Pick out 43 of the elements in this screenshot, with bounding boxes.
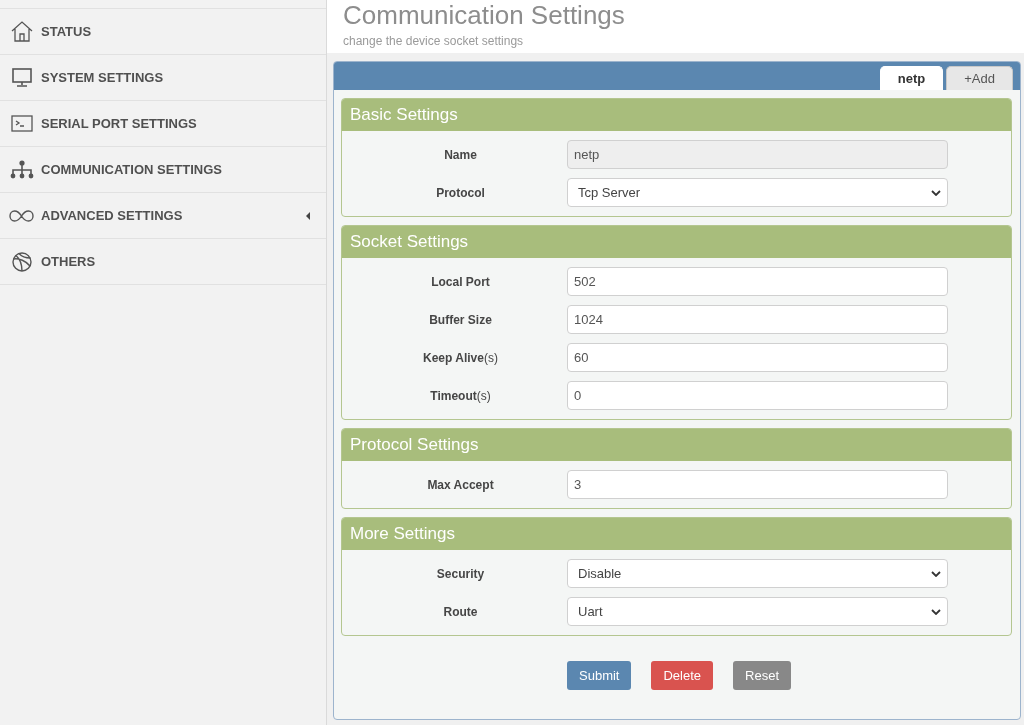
field-label: Timeout(s)	[429, 388, 492, 403]
sidebar-item[interactable]: COMMUNICATION SETTINGS	[0, 147, 326, 193]
field-label: Route	[442, 604, 479, 619]
sidebar-item[interactable]: SERIAL PORT SETTINGS	[0, 101, 326, 147]
sidebar-item[interactable]: STATUS	[0, 9, 326, 55]
section-header: Basic Settings	[342, 99, 1011, 131]
text-field[interactable]: 0	[567, 381, 948, 410]
infinity-icon	[9, 209, 34, 222]
danger-button[interactable]: Delete	[651, 661, 714, 690]
monitor-icon	[11, 68, 32, 87]
section-header: Protocol Settings	[342, 429, 1011, 461]
dropdown-field[interactable]: Uart	[567, 597, 948, 626]
field-label: Local Port	[430, 274, 491, 289]
tab[interactable]: +Add	[946, 66, 1013, 90]
chevron-down-icon	[931, 570, 941, 577]
dropdown-field[interactable]: Tcp Server	[567, 178, 948, 207]
hierarchy-icon	[9, 160, 34, 179]
dropdown-field[interactable]: Disable	[567, 559, 948, 588]
field-label: Max Accept	[426, 477, 495, 492]
section-header: More Settings	[342, 518, 1011, 550]
chevron-down-icon	[931, 189, 941, 196]
default-button[interactable]: Reset	[733, 661, 791, 690]
sidebar-item[interactable]: OTHERS	[0, 239, 326, 285]
sidebar-item[interactable]: SYSTEM SETTINGS	[0, 55, 326, 101]
field-label: Keep Alive(s)	[422, 350, 499, 365]
field-label: Buffer Size	[428, 312, 493, 327]
section-header: Socket Settings	[342, 226, 1011, 258]
primary-button[interactable]: Submit	[567, 661, 632, 690]
chevron-down-icon	[931, 608, 941, 615]
page-title: Communication Settings	[343, 0, 626, 30]
ball-icon	[11, 251, 32, 272]
terminal-icon	[10, 115, 33, 132]
field-label: Protocol	[435, 185, 486, 200]
field-label: Security	[435, 566, 486, 581]
sidebar-item[interactable]: ADVANCED SETTINGS	[0, 193, 326, 239]
house-icon	[10, 21, 33, 42]
page-subtitle: change the device socket settings	[343, 34, 525, 49]
text-field[interactable]: 60	[567, 343, 948, 372]
text-field[interactable]: 1024	[567, 305, 948, 334]
tab[interactable]: netp	[879, 66, 944, 90]
text-field[interactable]: 3	[567, 470, 948, 499]
text-field[interactable]: 502	[567, 267, 948, 296]
field-label: Name	[443, 147, 478, 162]
